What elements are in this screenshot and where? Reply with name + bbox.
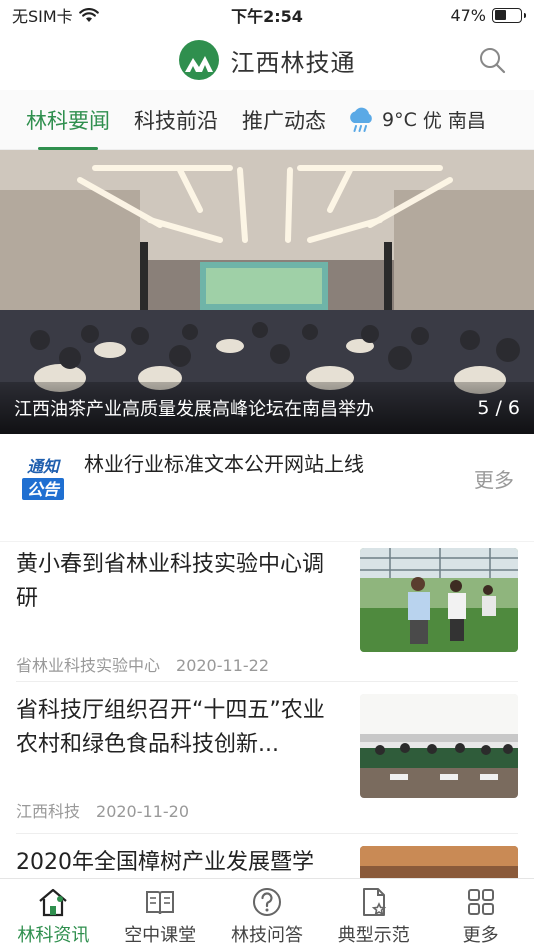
tabbar-item-news[interactable]: 林科资讯 [0, 879, 107, 950]
rain-cloud-icon [350, 107, 372, 132]
svg-text:公告: 公告 [27, 481, 61, 499]
weather-quality: 优 [422, 110, 442, 132]
banner-carousel[interactable]: 江西油茶产业高质量发展高峰论坛在南昌举办 5 / 6 [0, 150, 534, 434]
news-source: 江西科技 [16, 802, 81, 821]
svg-text:通知: 通知 [27, 458, 61, 476]
tab-label: 科技前沿 [134, 108, 218, 133]
news-source: 省林业科技实验中心 [16, 656, 161, 675]
app-header: 江西林技通 [0, 30, 534, 90]
app-title: 江西林技通 [230, 48, 356, 77]
wifi-icon [78, 7, 99, 22]
news-date: 2020-11-22 [176, 656, 269, 675]
tab-promotion[interactable]: 推广动态 [242, 90, 326, 150]
tabbar-label: 林技问答 [230, 925, 303, 946]
weather-temp: 9°C [382, 108, 417, 131]
banner-page-indicator: 5 / 6 [477, 397, 520, 419]
document-star-icon [362, 888, 387, 916]
tab-frontier[interactable]: 科技前沿 [134, 90, 218, 150]
banner-caption-text: 江西油茶产业高质量发展高峰论坛在南昌举办 [14, 399, 374, 420]
book-icon [146, 891, 175, 915]
tab-label: 推广动态 [242, 108, 326, 133]
notice-text[interactable]: 林业行业标准文本公开网站上线 [84, 448, 474, 477]
tabbar-label: 典型示范 [337, 925, 410, 946]
tabbar-label: 林科资讯 [17, 925, 90, 946]
bottom-tab-bar: 林科资讯 空中课堂 林技问答 典型示范 更多 [0, 878, 534, 950]
battery-icon [492, 7, 526, 23]
notice-more-link[interactable]: 更多 [474, 464, 514, 493]
category-tabs: 林科要闻 科技前沿 推广动态 9°C 优 南昌 [0, 90, 534, 150]
tab-label: 林科要闻 [26, 108, 110, 133]
news-meta: 江西科技 2020-11-20 [16, 798, 344, 822]
news-thumbnail [360, 548, 518, 652]
news-title: 黄小春到省林业科技实验中心调研 [16, 552, 325, 611]
grid-icon [467, 889, 494, 915]
search-icon[interactable] [478, 46, 506, 74]
news-title: 省科技厅组织召开“十四五”农业农村和绿色食品科技创新... [16, 698, 325, 757]
tabbar-item-demo[interactable]: 典型示范 [320, 879, 427, 950]
question-icon [252, 888, 281, 916]
list-item[interactable]: 省科技厅组织召开“十四五”农业农村和绿色食品科技创新... 江西科技 2020-1… [16, 682, 518, 834]
tabbar-item-classroom[interactable]: 空中课堂 [107, 879, 214, 950]
news-meta: 省林业科技实验中心 2020-11-22 [16, 652, 344, 676]
status-bar: 无SIM卡 下午2:54 47% [0, 0, 534, 30]
tabbar-item-qa[interactable]: 林技问答 [214, 879, 321, 950]
tabbar-label: 空中课堂 [124, 925, 197, 946]
tab-news[interactable]: 林科要闻 [26, 90, 110, 150]
weather-widget[interactable]: 9°C 优 南昌 [346, 105, 486, 135]
tabbar-label: 更多 [462, 925, 499, 946]
banner-caption: 江西油茶产业高质量发展高峰论坛在南昌举办 5 / 6 [0, 382, 534, 434]
news-thumbnail [360, 694, 518, 798]
weather-city: 南昌 [447, 110, 486, 132]
tabbar-item-more[interactable]: 更多 [427, 879, 534, 950]
notice-badge-icon: 通知 公告 [22, 458, 64, 500]
news-date: 2020-11-20 [96, 802, 189, 821]
list-item[interactable]: 黄小春到省林业科技实验中心调研 省林业科技实验中心 2020-11-22 [16, 542, 518, 682]
app-logo-icon [178, 40, 219, 80]
news-list: 黄小春到省林业科技实验中心调研 省林业科技实验中心 2020-11-22 省科技厅… [0, 542, 534, 950]
notice-bar[interactable]: 通知 公告 林业行业标准文本公开网站上线 更多 [0, 434, 534, 542]
carrier-label: 无SIM卡 [12, 7, 73, 26]
battery-percent: 47% [450, 5, 486, 25]
home-icon [39, 888, 68, 917]
